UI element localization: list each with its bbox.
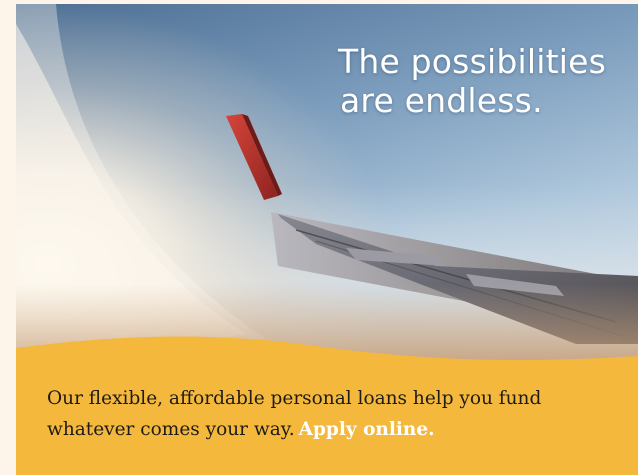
headline-line-1: The possibilities [337,42,606,81]
apply-online-link[interactable]: Apply online. [299,419,435,440]
body-line-2: whatever comes your way. Apply online. [47,414,607,445]
headline-line-2: are endless. [339,81,543,120]
page: The possibilities are endless. Our flexi… [0,0,638,475]
body-copy: Our flexible, affordable personal loans … [47,383,607,445]
body-line-1: Our flexible, affordable personal loans … [47,388,542,409]
body-line-2-text: whatever comes your way. [47,419,295,440]
headline: The possibilities are endless. [338,42,606,120]
loan-ad-banner[interactable]: The possibilities are endless. Our flexi… [16,4,638,475]
